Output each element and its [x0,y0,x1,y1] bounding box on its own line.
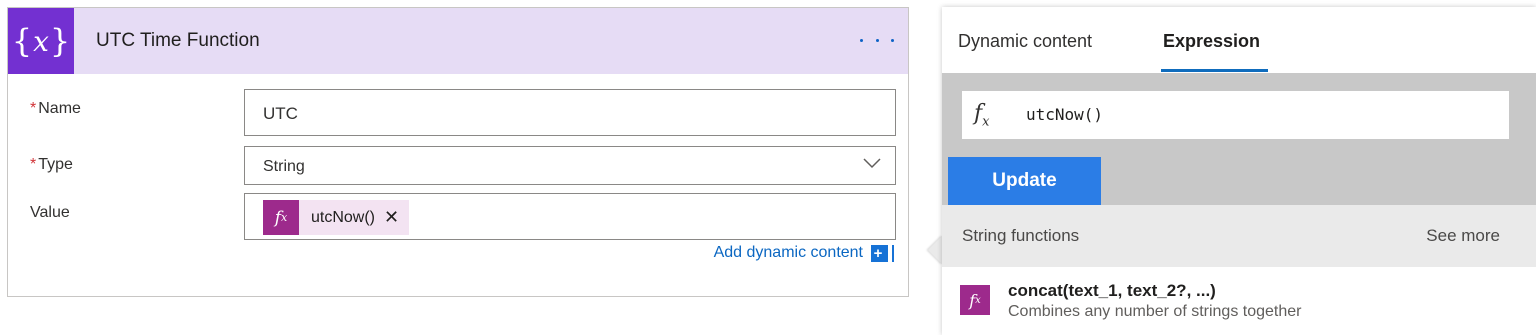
expression-input-value: utcNow() [1026,105,1104,124]
type-select-value: String [263,158,305,175]
expression-input[interactable]: fx utcNow() [962,91,1509,139]
type-select[interactable]: String [244,146,896,185]
name-field-value: UTC [263,104,298,123]
value-field[interactable]: fx utcNow() ✕ [244,193,896,240]
expression-token[interactable]: fx utcNow() ✕ [263,200,410,235]
required-marker: * [30,156,37,173]
token-label: utcNow() [311,208,376,226]
add-dynamic-content-label: Add dynamic content [713,244,863,261]
fx-icon: fx [960,285,990,315]
fx-icon: fx [974,101,990,130]
fx-icon: fx [263,200,299,235]
card-title: UTC Time Function [96,30,260,51]
active-tab-indicator [1161,69,1268,72]
name-label: * Name [30,100,81,117]
string-functions-header: String functions See more [942,205,1536,267]
see-more-link[interactable]: See more [1426,226,1500,246]
panel-tabs: Dynamic content Expression [942,7,1536,73]
add-dynamic-content-link[interactable]: Add dynamic content + [714,244,888,262]
chevron-down-icon [863,158,881,169]
add-icon: + [871,244,888,262]
function-list-item[interactable]: fx concat(text_1, text_2?, ...) Combines… [942,267,1536,335]
required-marker: * [30,100,37,117]
tab-expression[interactable]: Expression [1163,31,1260,52]
card-header[interactable]: {x} UTC Time Function [8,8,908,74]
tab-dynamic-content[interactable]: Dynamic content [958,31,1092,52]
expression-editor-area: fx utcNow() Update [942,73,1536,205]
name-field[interactable]: UTC [244,89,896,136]
variable-icon: {x} [8,8,74,74]
ellipsis-icon[interactable] [860,28,894,52]
expression-panel: Dynamic content Expression fx utcNow() U… [942,7,1536,335]
value-label: Value [30,204,70,221]
action-card: {x} UTC Time Function * Name UTC * Type St… [7,7,909,297]
function-description: Combines any number of strings together [1008,303,1302,320]
function-name: concat(text_1, text_2?, ...) [1008,281,1216,300]
close-icon[interactable]: ✕ [375,207,409,228]
update-button[interactable]: Update [948,157,1101,205]
section-title: String functions [962,226,1080,245]
type-label: * Type [30,156,73,173]
